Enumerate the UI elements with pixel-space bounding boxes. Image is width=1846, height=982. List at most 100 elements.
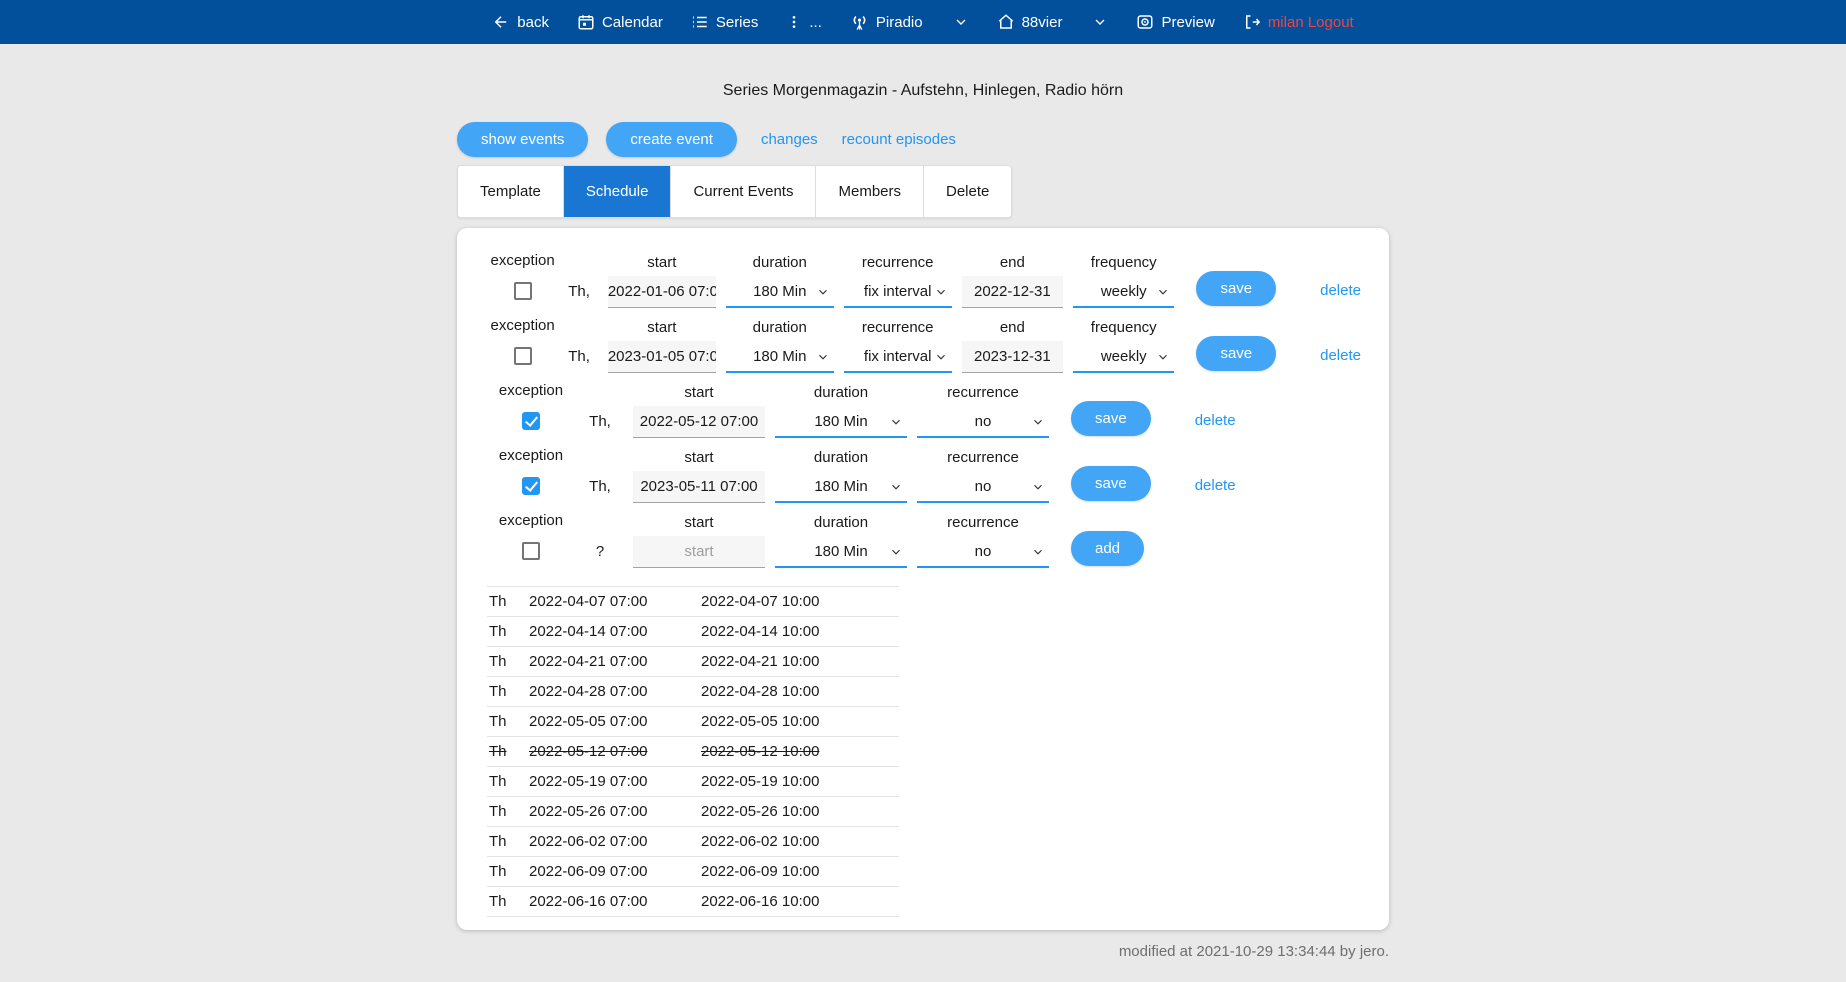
delete-link[interactable]: delete (1320, 347, 1361, 364)
recurrence-value: no (975, 413, 992, 430)
recurrence-label: recurrence (844, 319, 952, 336)
save-button[interactable]: save (1196, 271, 1276, 306)
duration-value: 180 Min (814, 478, 867, 495)
duration-value: 180 Min (753, 283, 806, 300)
event-start: 2022-05-12 07:00 (529, 743, 701, 760)
event-day: Th (487, 863, 529, 880)
exception-checkbox[interactable] (522, 412, 540, 430)
schedule-row-exception: exception Th, start duration 180 Min rec… (485, 447, 1361, 503)
channel-dropdown-chevron-icon[interactable] (1092, 14, 1108, 30)
start-input[interactable] (608, 341, 716, 373)
recount-episodes-link[interactable]: recount episodes (842, 131, 956, 148)
duration-label: duration (726, 254, 834, 271)
event-day: Th (487, 653, 529, 670)
event-day: Th (487, 623, 529, 640)
kebab-icon (786, 13, 802, 31)
delete-link[interactable]: delete (1195, 412, 1236, 429)
frequency-select[interactable]: weekly (1073, 276, 1174, 308)
save-button[interactable]: save (1196, 336, 1276, 371)
event-row: Th 2022-06-02 07:00 2022-06-02 10:00 (487, 827, 899, 857)
chevron-down-icon (1031, 545, 1045, 563)
exception-label: exception (485, 512, 577, 529)
tab-current-events[interactable]: Current Events (671, 166, 816, 217)
exception-label: exception (485, 447, 577, 464)
duration-value: 180 Min (814, 413, 867, 430)
frequency-select[interactable]: weekly (1073, 341, 1174, 373)
nav-more-menu[interactable]: ... (786, 13, 822, 31)
event-end: 2022-05-26 10:00 (701, 803, 899, 820)
event-row: Th 2022-05-19 07:00 2022-05-19 10:00 (487, 767, 899, 797)
show-events-button[interactable]: show events (457, 122, 588, 157)
nav-series[interactable]: Series (691, 13, 759, 31)
save-button[interactable]: save (1071, 466, 1151, 501)
create-event-button[interactable]: create event (606, 122, 737, 157)
duration-select[interactable]: 180 Min (726, 341, 834, 373)
nav-logout[interactable]: milan Logout (1243, 13, 1354, 31)
event-end: 2022-05-19 10:00 (701, 773, 899, 790)
duration-label: duration (775, 449, 907, 466)
end-input[interactable] (962, 276, 1063, 308)
start-input[interactable] (608, 276, 716, 308)
exception-checkbox[interactable] (522, 542, 540, 560)
event-end: 2022-04-21 10:00 (701, 653, 899, 670)
exception-label: exception (485, 317, 560, 334)
exception-checkbox[interactable] (522, 477, 540, 495)
start-input[interactable] (633, 471, 765, 503)
event-end: 2022-06-16 10:00 (701, 893, 899, 910)
station-dropdown-chevron-icon[interactable] (953, 14, 969, 30)
tab-template[interactable]: Template (458, 166, 564, 217)
event-start: 2022-04-21 07:00 (529, 653, 701, 670)
nav-back[interactable]: back (492, 13, 549, 31)
event-end: 2022-04-07 10:00 (701, 593, 899, 610)
event-end: 2022-04-14 10:00 (701, 623, 899, 640)
exception-checkbox[interactable] (514, 282, 532, 300)
start-input[interactable] (633, 536, 765, 568)
list-icon (691, 13, 709, 31)
event-start: 2022-04-28 07:00 (529, 683, 701, 700)
end-input[interactable] (962, 341, 1063, 373)
event-row: Th 2022-05-26 07:00 2022-05-26 10:00 (487, 797, 899, 827)
chevron-down-icon (934, 350, 948, 368)
duration-value: 180 Min (814, 543, 867, 560)
tab-delete[interactable]: Delete (924, 166, 1011, 217)
event-row-cancelled: Th 2022-05-12 07:00 2022-05-12 10:00 (487, 737, 899, 767)
event-start: 2022-06-09 07:00 (529, 863, 701, 880)
frequency-label: frequency (1073, 319, 1174, 336)
event-day: Th (487, 773, 529, 790)
start-label: start (608, 319, 716, 336)
chevron-down-icon (816, 350, 830, 368)
event-start: 2022-05-05 07:00 (529, 713, 701, 730)
tab-schedule[interactable]: Schedule (564, 166, 672, 217)
nav-calendar[interactable]: Calendar (577, 13, 663, 31)
tab-members[interactable]: Members (816, 166, 924, 217)
delete-link[interactable]: delete (1320, 282, 1361, 299)
event-row: Th 2022-04-21 07:00 2022-04-21 10:00 (487, 647, 899, 677)
nav-preview[interactable]: Preview (1136, 13, 1214, 31)
recurrence-select[interactable]: fix interval (844, 341, 952, 373)
duration-select[interactable]: 180 Min (775, 406, 907, 438)
event-end: 2022-04-28 10:00 (701, 683, 899, 700)
event-start: 2022-04-07 07:00 (529, 593, 701, 610)
exception-checkbox[interactable] (514, 347, 532, 365)
nav-calendar-label: Calendar (602, 14, 663, 31)
recurrence-select[interactable]: no (917, 471, 1049, 503)
recurrence-select[interactable]: fix interval (844, 276, 952, 308)
add-button[interactable]: add (1071, 531, 1144, 566)
duration-select[interactable]: 180 Min (726, 276, 834, 308)
recurrence-value: no (975, 543, 992, 560)
duration-select[interactable]: 180 Min (775, 536, 907, 568)
nav-station[interactable]: Piradio (850, 13, 923, 32)
delete-link[interactable]: delete (1195, 477, 1236, 494)
top-nav: back Calendar Series ... Piradio 88vier (0, 0, 1846, 44)
save-button[interactable]: save (1071, 401, 1151, 436)
chevron-down-icon (934, 285, 948, 303)
chevron-down-icon (1031, 415, 1045, 433)
recurrence-select[interactable]: no (917, 406, 1049, 438)
chevron-down-icon (889, 480, 903, 498)
nav-channel[interactable]: 88vier (997, 13, 1063, 31)
changes-link[interactable]: changes (761, 131, 818, 148)
start-input[interactable] (633, 406, 765, 438)
duration-select[interactable]: 180 Min (775, 471, 907, 503)
recurrence-select[interactable]: no (917, 536, 1049, 568)
frequency-label: frequency (1073, 254, 1174, 271)
